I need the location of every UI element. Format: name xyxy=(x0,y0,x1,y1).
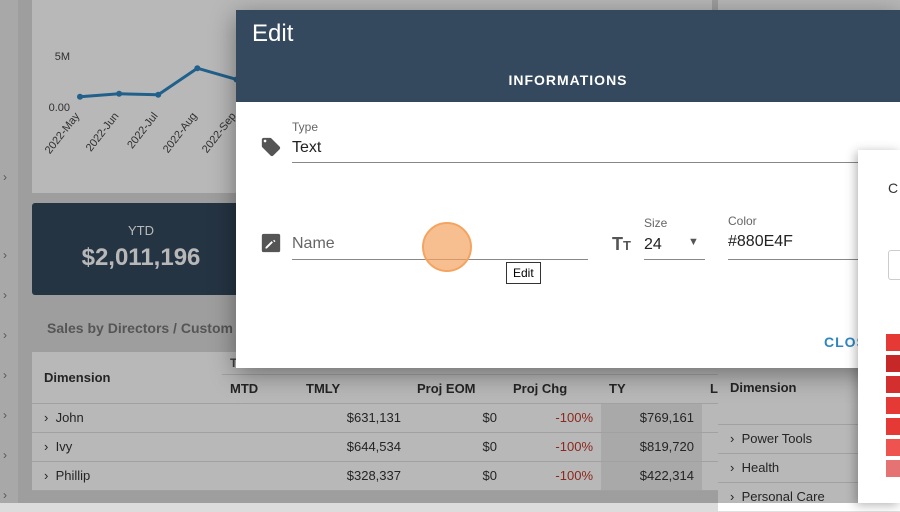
text-size-icon: TT xyxy=(612,234,631,254)
color-swatch[interactable] xyxy=(886,418,900,435)
size-select[interactable]: 24 xyxy=(644,236,662,254)
type-field[interactable]: Text xyxy=(292,139,321,157)
edit-tooltip: Edit xyxy=(506,262,541,284)
edit-icon xyxy=(260,232,282,259)
size-underline xyxy=(644,259,705,260)
size-label: Size xyxy=(644,216,668,230)
tag-icon xyxy=(260,136,282,163)
color-swatch[interactable] xyxy=(886,355,900,372)
cursor-indicator xyxy=(422,222,472,272)
dialog-title: Edit xyxy=(252,20,294,47)
color-swatch[interactable] xyxy=(886,397,900,414)
color-swatch[interactable] xyxy=(886,376,900,393)
type-underline xyxy=(292,162,862,163)
color-swatch[interactable] xyxy=(886,439,900,456)
tab-informations[interactable]: INFORMATIONS xyxy=(236,72,900,88)
dropdown-arrow-icon[interactable]: ▼ xyxy=(688,236,699,248)
color-swatch[interactable] xyxy=(886,334,900,351)
dialog-header: Edit INFORMATIONS xyxy=(236,10,900,102)
color-swatch[interactable] xyxy=(886,460,900,477)
color-picker-panel: C xyxy=(858,150,900,503)
name-input[interactable]: Name xyxy=(292,235,335,253)
color-picker-input[interactable] xyxy=(888,250,900,280)
color-picker-label: C xyxy=(888,180,899,196)
edit-dialog: Edit INFORMATIONS Type Text Name TT Size… xyxy=(236,10,900,368)
color-underline xyxy=(728,259,862,260)
type-label: Type xyxy=(292,120,319,134)
color-label: Color xyxy=(728,214,757,228)
color-input[interactable]: #880E4F xyxy=(728,233,793,251)
